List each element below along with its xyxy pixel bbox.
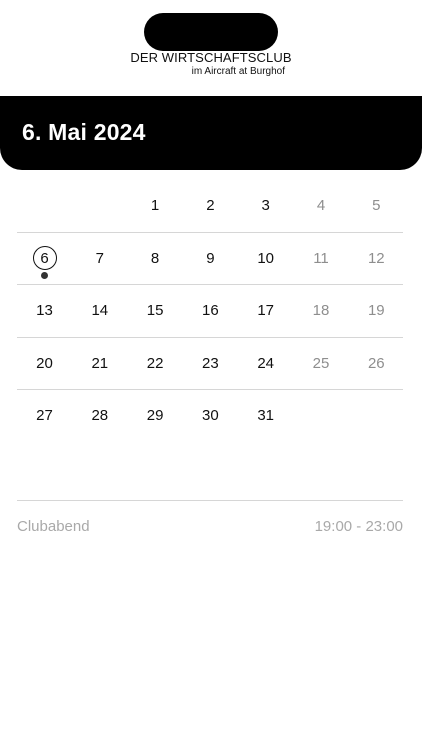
- logo-subtitle: im Aircraft at Burghof: [191, 66, 285, 77]
- calendar-week-row: 20 21 22 23 24 25 26: [17, 338, 404, 390]
- calendar-day-15[interactable]: 15: [128, 285, 183, 336]
- day-number: 23: [202, 354, 219, 372]
- dynamic-island: [144, 13, 278, 51]
- calendar-day-29[interactable]: 29: [128, 390, 183, 441]
- day-number: 20: [36, 354, 53, 372]
- day-number: 13: [36, 302, 53, 319]
- calendar-day-2[interactable]: 2: [183, 180, 238, 231]
- calendar-day-4[interactable]: 4: [294, 180, 349, 231]
- calendar-week-row: 13 14 15 16 17 18 19: [17, 285, 403, 338]
- day-number: 17: [257, 302, 275, 319]
- day-number: 6: [32, 246, 57, 270]
- day-number: 8: [150, 249, 160, 267]
- event-title: Clubabend: [17, 518, 90, 535]
- calendar-day-24[interactable]: 24: [238, 338, 293, 389]
- calendar-day-14[interactable]: 14: [72, 285, 127, 336]
- calendar-week-row: 6 7 8 9 10 11 12: [17, 233, 404, 285]
- calendar-day-5[interactable]: 5: [349, 180, 404, 231]
- day-number: 16: [202, 302, 219, 319]
- logo-title: DER WIRTSCHAFTSCLUB: [130, 50, 292, 65]
- calendar-day-13[interactable]: 13: [17, 285, 72, 336]
- day-number: 28: [91, 407, 109, 424]
- calendar-day-10[interactable]: 10: [238, 233, 293, 284]
- calendar-day-30[interactable]: 30: [183, 390, 238, 441]
- event-list-item[interactable]: Clubabend 19:00 - 23:00: [17, 518, 403, 540]
- calendar-day-7[interactable]: 7: [72, 233, 127, 284]
- day-number: 3: [261, 197, 270, 214]
- calendar-day-23[interactable]: 23: [183, 338, 238, 389]
- event-indicator-dot: [41, 271, 48, 279]
- day-number: 31: [257, 407, 275, 424]
- day-number: 19: [367, 302, 385, 319]
- calendar-day-19[interactable]: 19: [349, 285, 404, 336]
- calendar-day-12[interactable]: 12: [349, 233, 404, 284]
- event-time: 19:00 - 23:00: [314, 518, 403, 535]
- day-number: 27: [36, 407, 53, 424]
- day-number: 22: [146, 354, 164, 372]
- calendar-week-row: 27 28 29 30 31: [17, 390, 403, 442]
- day-number: 21: [91, 354, 109, 372]
- club-logo: DER WIRTSCHAFTSCLUB im Aircraft at Burgh…: [0, 49, 422, 77]
- day-number: 11: [313, 249, 329, 267]
- calendar-day-11[interactable]: 11: [294, 233, 349, 284]
- day-number: 14: [91, 302, 109, 319]
- day-number: 9: [206, 249, 215, 267]
- day-number: 12: [367, 249, 385, 267]
- calendar-day-21[interactable]: 21: [72, 338, 127, 389]
- selected-date-title: 6. Mai 2024: [22, 119, 146, 145]
- divider: [17, 500, 403, 501]
- day-number: 5: [372, 197, 381, 214]
- calendar-day-17[interactable]: 17: [238, 285, 293, 336]
- calendar-day-22[interactable]: 22: [128, 338, 183, 389]
- calendar-day-3[interactable]: 3: [238, 180, 293, 231]
- calendar-week-row: 1 2 3 4 5: [17, 180, 403, 233]
- calendar-day-9[interactable]: 9: [183, 233, 238, 284]
- day-number: 26: [367, 354, 385, 372]
- day-number: 15: [146, 302, 164, 319]
- calendar-day-16[interactable]: 16: [183, 285, 238, 336]
- calendar-day-25[interactable]: 25: [294, 338, 349, 389]
- day-number: 7: [95, 249, 104, 267]
- calendar-day-28[interactable]: 28: [72, 390, 127, 441]
- calendar-day-8[interactable]: 8: [128, 233, 183, 284]
- day-number: 18: [312, 302, 330, 319]
- day-number: 1: [150, 197, 160, 214]
- calendar-day-6[interactable]: 6: [17, 233, 72, 284]
- day-number: 4: [316, 197, 326, 214]
- calendar-day-26[interactable]: 26: [349, 338, 404, 389]
- calendar-day-1[interactable]: 1: [128, 180, 183, 231]
- calendar-day-20[interactable]: 20: [17, 338, 72, 389]
- calendar-day-18[interactable]: 18: [294, 285, 349, 336]
- day-number: 24: [257, 354, 275, 372]
- day-number: 2: [206, 197, 215, 214]
- day-number: 29: [146, 407, 164, 424]
- day-number: 10: [257, 249, 275, 267]
- calendar-day-27[interactable]: 27: [17, 390, 72, 441]
- day-number: 25: [312, 354, 330, 372]
- month-calendar: 1 2 3 4 5 6 7 8 9 10 11 12 13 14 15 16 17 18 19 20 21 22 23 24 2…: [17, 180, 403, 442]
- day-number: 30: [202, 407, 219, 424]
- calendar-day-31[interactable]: 31: [238, 390, 293, 441]
- date-header: 6. Mai 2024: [0, 96, 422, 170]
